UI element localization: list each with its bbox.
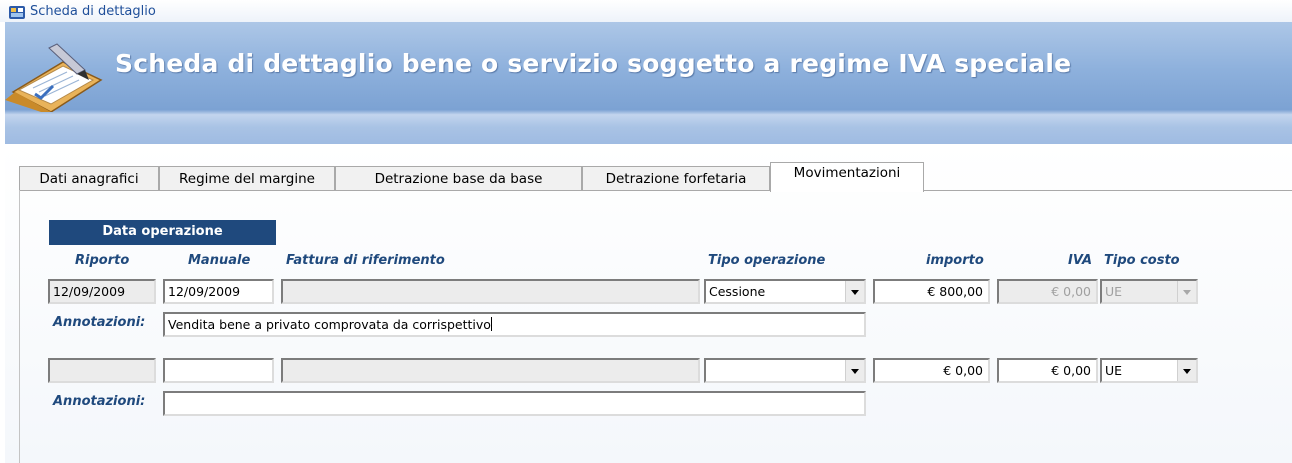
text-caret — [490, 317, 492, 331]
tab-divider — [19, 190, 1292, 191]
tab-movimentazioni[interactable]: Movimentazioni — [770, 162, 924, 192]
col-riporto: Riporto — [75, 253, 130, 268]
col-tipo-costo: Tipo costo — [1104, 253, 1180, 268]
tab-dati-anagrafici[interactable]: Dati anagrafici — [19, 166, 159, 191]
iva-field[interactable]: € 0,00 — [997, 358, 1098, 383]
tipo-operazione-dropdown-button[interactable] — [845, 360, 864, 381]
banner-title: Scheda di dettaglio bene o servizio sogg… — [115, 49, 1072, 78]
panel-border — [19, 190, 20, 463]
col-manuale: Manuale — [188, 253, 251, 268]
tipo-operazione-combo[interactable]: Cessione — [704, 279, 866, 304]
iva-field: € 0,00 — [997, 279, 1098, 304]
manuale-date-field[interactable]: 12/09/2009 — [163, 279, 274, 304]
header-banner: Scheda di dettaglio bene o servizio sogg… — [5, 22, 1292, 144]
tipo-operazione-dropdown-button[interactable] — [845, 281, 864, 302]
tipo-costo-dropdown-button[interactable] — [1177, 281, 1196, 302]
clipboard-pencil-icon — [5, 43, 103, 112]
tab-detrazione-base-da-base[interactable]: Detrazione base da base — [335, 166, 582, 191]
tipo-operazione-combo[interactable] — [704, 358, 866, 383]
riporto-field: 12/09/2009 — [48, 279, 156, 304]
tipo-costo-value: UE — [1105, 284, 1123, 299]
importo-field[interactable]: € 0,00 — [873, 358, 990, 383]
chevron-down-icon — [851, 290, 859, 295]
annotazioni-label: Annotazioni: — [53, 315, 146, 330]
tipo-operazione-value: Cessione — [709, 284, 766, 299]
chevron-down-icon — [1183, 369, 1191, 374]
manuale-date-field[interactable] — [163, 358, 274, 383]
tab-detrazione-forfetaria[interactable]: Detrazione forfetaria — [582, 166, 770, 191]
fattura-field[interactable] — [281, 358, 700, 383]
riporto-field — [48, 358, 156, 383]
importo-field[interactable]: € 800,00 — [873, 279, 990, 304]
annotazioni-text: Vendita bene a privato comprovata da cor… — [168, 317, 491, 332]
tipo-costo-combo[interactable]: UE — [1100, 279, 1198, 304]
col-tipo-operazione: Tipo operazione — [708, 253, 826, 268]
app-window-icon — [9, 6, 25, 19]
tipo-costo-combo[interactable]: UE — [1100, 358, 1198, 383]
chevron-down-icon — [1183, 290, 1191, 295]
data-operazione-header: Data operazione — [49, 220, 276, 245]
tab-regime-del-margine[interactable]: Regime del margine — [159, 166, 335, 191]
col-fattura: Fattura di riferimento — [286, 253, 445, 268]
col-importo: importo — [926, 253, 984, 268]
window-title: Scheda di dettaglio — [30, 4, 156, 19]
chevron-down-icon — [851, 369, 859, 374]
fattura-field[interactable] — [281, 279, 700, 304]
tipo-costo-dropdown-button[interactable] — [1177, 360, 1196, 381]
tipo-costo-value: UE — [1105, 363, 1123, 378]
annotazioni-label: Annotazioni: — [53, 394, 146, 409]
col-iva: IVA — [1068, 253, 1093, 268]
annotazioni-field[interactable]: Vendita bene a privato comprovata da cor… — [163, 312, 866, 337]
window-titlebar: Scheda di dettaglio — [0, 0, 1292, 22]
annotazioni-field[interactable] — [163, 391, 866, 416]
